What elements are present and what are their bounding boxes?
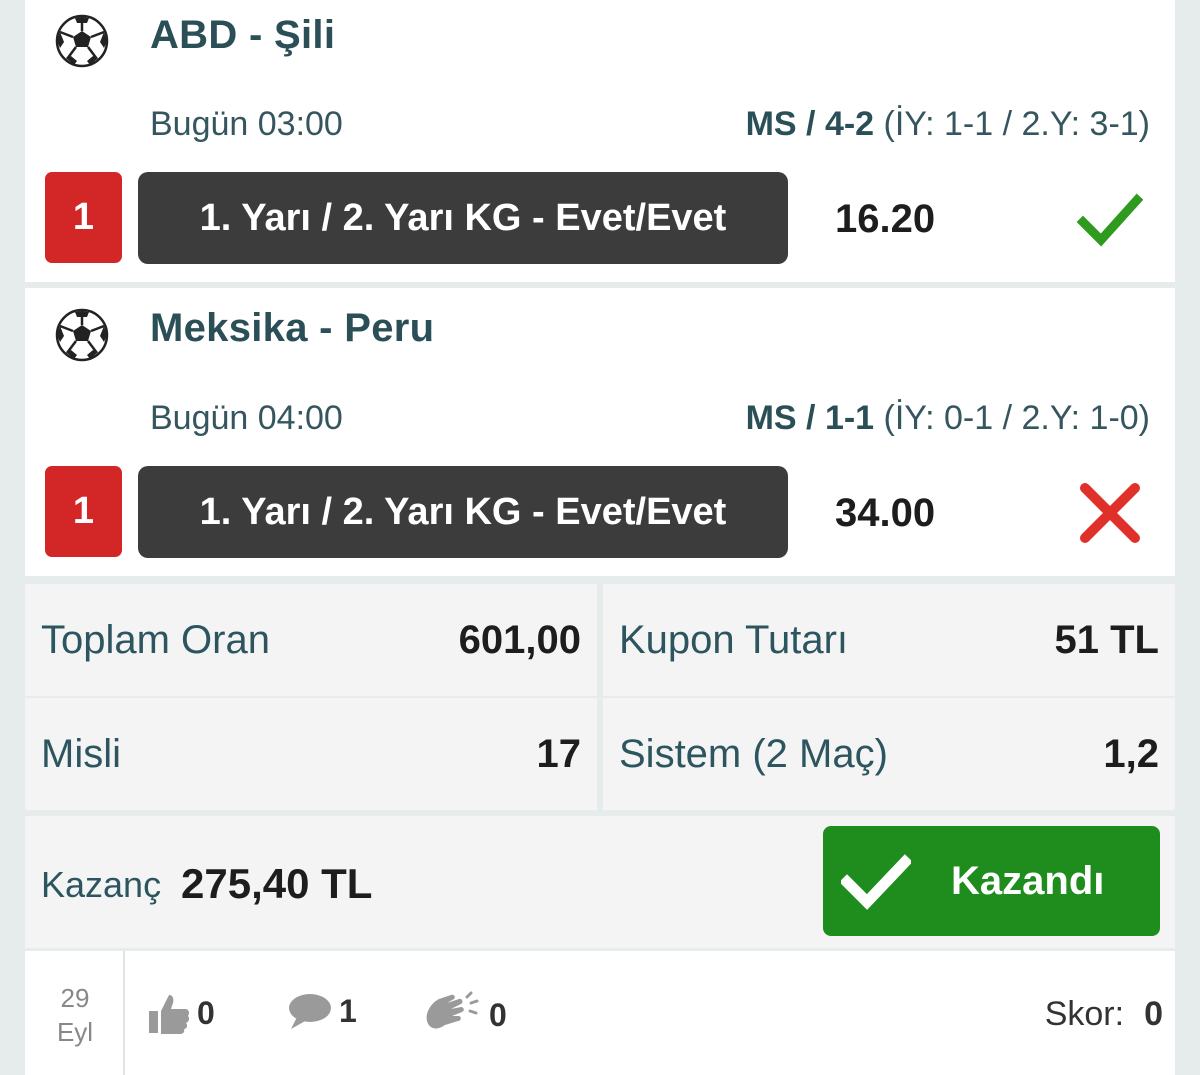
multiplier-label: Misli (41, 732, 121, 776)
match-card[interactable]: ABD - Şili Bugün 03:00 MS / 4-2 (İY: 1-1… (25, 0, 1175, 282)
total-odds-value: 601,00 (458, 618, 581, 662)
coupon-amount-cell: Kupon Tutarı 51 TL (603, 584, 1175, 696)
comment-count: 1 (339, 992, 357, 1029)
system-label: Sistem (2 Maç) (619, 732, 888, 776)
bet-odd: 16.20 (835, 197, 936, 241)
score-value: 0 (1144, 995, 1163, 1033)
half-scores: (İY: 1-1 / 2.Y: 3-1) (874, 105, 1150, 143)
bet-pick-label: 1. Yarı / 2. Yarı KG - Evet/Evet (138, 466, 788, 558)
date-month: Eyl (56, 1017, 94, 1047)
final-score: MS / 1-1 (745, 399, 875, 437)
winnings-value: 275,40 TL (181, 860, 373, 907)
applause-count: 0 (489, 996, 507, 1033)
system-value: 1,2 (1103, 732, 1159, 776)
applause-button[interactable]: 0 (421, 991, 507, 1039)
score-display: Skor: 0 (1045, 995, 1163, 1034)
soccer-ball-icon (55, 14, 109, 68)
cross-icon (1080, 483, 1140, 543)
soccer-ball-icon (55, 308, 109, 362)
score-label: Skor: (1044, 995, 1125, 1033)
like-button[interactable]: 0 (147, 991, 215, 1035)
coupon-date: 29 Eyl (25, 951, 125, 1075)
pick-number-badge: 1 (45, 466, 122, 557)
match-result: MS / 1-1 (İY: 0-1 / 2.Y: 1-0) (746, 399, 1150, 438)
match-teams[interactable]: ABD - Şili (150, 13, 335, 58)
winnings-row: Kazanç 275,40 TL Kazandı (25, 816, 1175, 948)
bet-pick-label: 1. Yarı / 2. Yarı KG - Evet/Evet (138, 172, 788, 264)
final-score: MS / 4-2 (745, 105, 875, 143)
comment-button[interactable]: 1 (287, 991, 357, 1031)
coupon-footer: 29 Eyl 0 1 0 Skor: 0 (25, 951, 1175, 1075)
check-icon (1077, 193, 1143, 247)
like-count: 0 (197, 994, 215, 1031)
bet-odd: 34.00 (835, 491, 936, 535)
coupon-amount-label: Kupon Tutarı (619, 618, 849, 662)
clapping-hands-icon (426, 991, 479, 1029)
coupon-amount-value: 51 TL (1054, 618, 1159, 662)
system-cell: Sistem (2 Maç) 1,2 (603, 698, 1175, 810)
winnings-label: Kazanç (41, 864, 162, 905)
match-card[interactable]: Meksika - Peru Bugün 04:00 MS / 1-1 (İY:… (25, 288, 1175, 576)
match-time: Bugün 04:00 (150, 399, 343, 437)
multiplier-value: 17 (536, 732, 582, 776)
match-teams[interactable]: Meksika - Peru (150, 306, 434, 351)
speech-bubble-icon (289, 994, 331, 1029)
pick-number-badge: 1 (45, 172, 122, 263)
total-odds-cell: Toplam Oran 601,00 (25, 584, 597, 696)
half-scores: (İY: 0-1 / 2.Y: 1-0) (874, 399, 1150, 437)
multiplier-cell: Misli 17 (25, 698, 597, 810)
date-day: 29 (60, 983, 90, 1013)
check-icon (841, 854, 911, 910)
match-time: Bugün 03:00 (150, 105, 343, 143)
won-status-button[interactable]: Kazandı (823, 826, 1160, 936)
total-odds-label: Toplam Oran (41, 618, 270, 662)
thumbs-up-icon (149, 995, 190, 1034)
coupon-summary: Toplam Oran 601,00 Kupon Tutarı 51 TL Mi… (25, 584, 1175, 810)
match-result: MS / 4-2 (İY: 1-1 / 2.Y: 3-1) (746, 105, 1150, 144)
won-status-label: Kazandı (951, 859, 1105, 903)
